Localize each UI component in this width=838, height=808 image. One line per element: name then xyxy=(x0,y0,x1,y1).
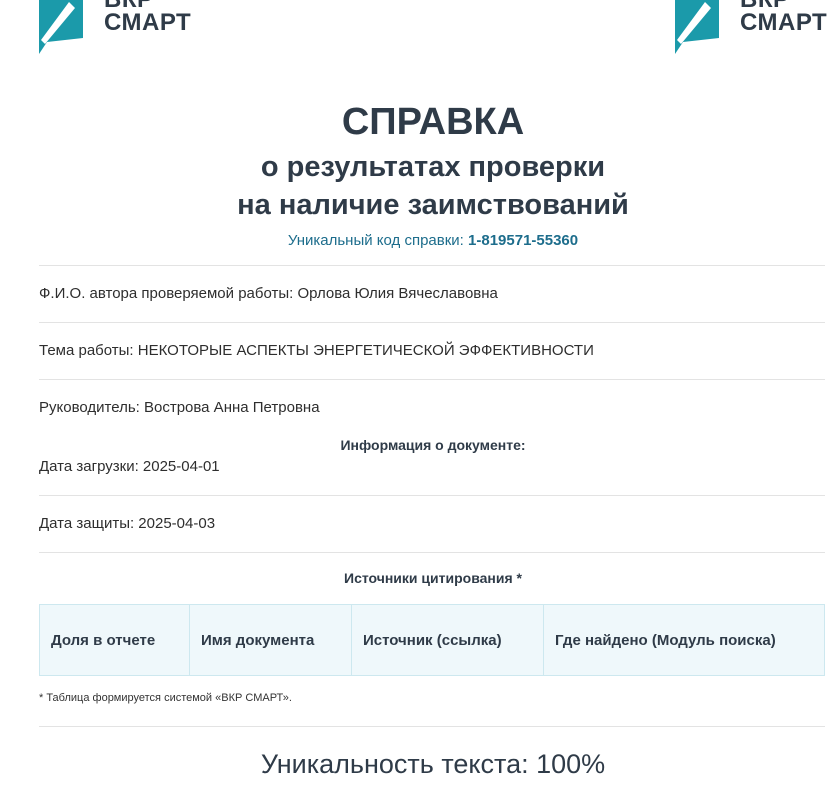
author-field: Ф.И.О. автора проверяемой работы: Орлова… xyxy=(39,285,498,302)
table-footnote: * Таблица формируется системой «ВКР СМАР… xyxy=(39,692,292,704)
logo-mark-icon xyxy=(39,0,83,54)
logo-line2: СМАРТ xyxy=(104,9,192,36)
document-header: СПРАВКА о результатах проверки на наличи… xyxy=(0,96,838,249)
topic-field: Тема работы: НЕКОТОРЫЕ АСПЕКТЫ ЭНЕРГЕТИЧ… xyxy=(39,342,594,359)
page-title: СПРАВКА xyxy=(341,101,525,143)
logo-mark-icon xyxy=(675,0,719,54)
defense-date-field: Дата защиты: 2025-04-03 xyxy=(39,515,216,532)
brand-logo-left: ВКР СМАРТ xyxy=(39,0,191,58)
column-header-found-where: Где найдено (Модуль поиска) xyxy=(543,604,825,676)
divider xyxy=(39,495,825,496)
divider xyxy=(39,322,825,323)
logo-line2: СМАРТ xyxy=(740,9,828,36)
supervisor-field: Руководитель: Вострова Анна Петровна xyxy=(39,399,320,416)
upload-date-field: Дата загрузки: 2025-04-01 xyxy=(39,458,220,475)
subtitle-line-2: на наличие заимствований xyxy=(237,189,629,221)
column-header-document: Имя документа xyxy=(189,604,352,676)
certificate-code: Уникальный код справки: 1-819571-55360 xyxy=(0,232,838,249)
column-header-source: Источник (ссылка) xyxy=(351,604,544,676)
certificate-code-label: Уникальный код справки: xyxy=(287,232,464,249)
sources-heading: Источники цитирования * xyxy=(344,570,522,586)
uniqueness-result: Уникальность текста: 100% xyxy=(260,749,606,779)
logo-text: ВКР СМАРТ xyxy=(740,0,828,36)
certificate-code-value: 1-819571-55360 xyxy=(468,232,579,249)
table-header-row: Доля в отчете Имя документа Источник (сс… xyxy=(39,604,825,676)
logo-text: ВКР СМАРТ xyxy=(104,0,192,36)
divider xyxy=(39,265,825,266)
doc-info-heading: Информация о документе: xyxy=(340,437,526,453)
subtitle-line-1: о результатах проверки xyxy=(260,151,606,183)
sources-table: Доля в отчете Имя документа Источник (сс… xyxy=(39,604,825,676)
divider xyxy=(39,379,825,380)
column-header-share: Доля в отчете xyxy=(39,604,190,676)
divider xyxy=(39,552,825,553)
brand-logo-right: ВКР СМАРТ xyxy=(675,0,827,58)
divider xyxy=(39,726,825,727)
